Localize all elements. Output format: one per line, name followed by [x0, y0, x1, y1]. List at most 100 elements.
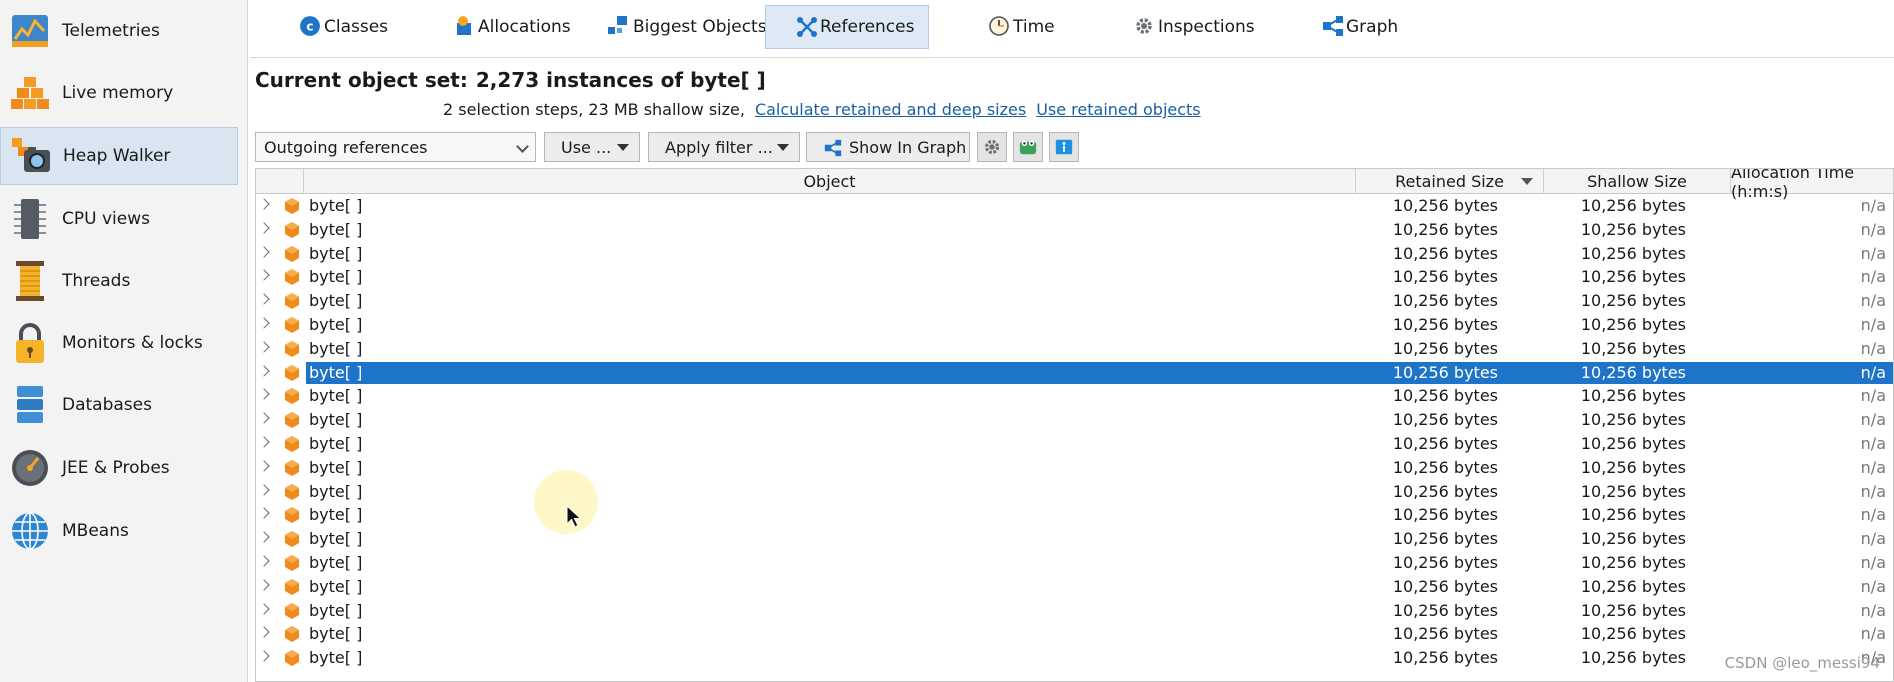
tab-graph[interactable]: Graph	[1320, 5, 1440, 49]
column-header-object[interactable]: Object	[304, 169, 1356, 194]
expand-chevron-icon[interactable]	[258, 245, 270, 258]
object-instance-icon	[285, 245, 299, 262]
shallow-size-cell: 10,256 bytes	[1580, 576, 1686, 596]
table-row[interactable]: byte[ ] 10,256 bytes 10,256 bytes n/a	[256, 432, 1893, 456]
retained-size-cell: 10,256 bytes	[1392, 505, 1498, 525]
allocation-time-cell: n/a	[1860, 315, 1886, 334]
caret-down-icon	[777, 144, 789, 151]
heap-walker-icon	[9, 134, 53, 178]
expand-chevron-icon[interactable]	[258, 293, 270, 305]
retained-size-cell: 10,256 bytes	[1392, 481, 1498, 501]
calculate-retained-link[interactable]: Calculate retained and deep sizes	[755, 100, 1026, 119]
sidebar-item-telemetries[interactable]: Telemetries	[0, 2, 238, 60]
show-in-graph-button[interactable]: Show In Graph	[806, 132, 970, 162]
expand-chevron-icon[interactable]	[258, 412, 270, 424]
table-row[interactable]: byte[ ] 10,256 bytes 10,256 bytes n/a	[256, 575, 1893, 599]
object-cell: byte[ ]	[309, 529, 363, 549]
use-retained-objects-link[interactable]: Use retained objects	[1036, 100, 1200, 119]
expand-chevron-icon[interactable]	[258, 507, 270, 520]
retained-size-cell: 10,256 bytes	[1392, 410, 1498, 430]
table-row[interactable]: byte[ ] 10,256 bytes 10,256 bytes n/a	[256, 194, 1893, 218]
info-button[interactable]	[1049, 132, 1079, 162]
sidebar-item-threads[interactable]: Threads	[0, 252, 238, 310]
table-row[interactable]: byte[ ] 10,256 bytes 10,256 bytes n/a	[256, 265, 1893, 289]
selection-steps-line: 2 selection steps, 23 MB shallow size, C…	[443, 100, 1201, 119]
expand-chevron-icon[interactable]	[258, 626, 270, 639]
sidebar-item-live-memory[interactable]: Live memory	[0, 64, 238, 122]
table-row[interactable]: byte[ ] 10,256 bytes 10,256 bytes n/a	[256, 218, 1893, 242]
apply-filter-button[interactable]: Apply filter ...	[648, 132, 800, 162]
expand-chevron-icon[interactable]	[258, 364, 270, 377]
sidebar-item-monitors-locks[interactable]: Monitors & locks	[0, 314, 238, 372]
object-instance-icon	[285, 483, 299, 500]
shallow-size-cell: 10,256 bytes	[1580, 291, 1686, 311]
column-header-allocation-time[interactable]: Allocation Time (h:m:s)	[1731, 169, 1893, 201]
table-row[interactable]: byte[ ] 10,256 bytes 10,256 bytes n/a	[256, 599, 1893, 623]
sidebar-item-mbeans[interactable]: MBeans	[0, 502, 238, 560]
expand-chevron-icon[interactable]	[258, 531, 270, 543]
expand-chevron-icon[interactable]	[258, 222, 270, 234]
object-cell: byte[ ]	[309, 338, 363, 358]
sidebar-item-databases[interactable]: Databases	[0, 376, 238, 434]
table-row[interactable]: byte[ ] 10,256 bytes 10,256 bytes n/a	[256, 646, 1893, 670]
frog-inspect-icon	[1019, 140, 1037, 155]
retained-size-cell: 10,256 bytes	[1392, 315, 1498, 334]
object-cell: byte[ ]	[309, 648, 363, 668]
column-header-retained-size[interactable]: Retained Size	[1356, 169, 1544, 194]
tab-time[interactable]: Time	[985, 5, 1105, 49]
object-instance-icon	[285, 293, 299, 310]
inspect-button[interactable]	[1013, 132, 1043, 162]
watermark-credit: CSDN @leo_messi94	[1724, 654, 1880, 672]
table-row[interactable]: byte[ ] 10,256 bytes 10,256 bytes n/a	[256, 480, 1893, 504]
shallow-size-cell: 10,256 bytes	[1580, 529, 1686, 549]
table-row[interactable]: byte[ ] 10,256 bytes 10,256 bytes n/a	[256, 456, 1893, 480]
table-row[interactable]: byte[ ] 10,256 bytes 10,256 bytes n/a	[256, 503, 1893, 527]
expander-column-header	[256, 169, 304, 194]
expand-chevron-icon[interactable]	[258, 483, 270, 496]
expand-chevron-icon[interactable]	[258, 602, 270, 615]
column-header-label: Retained Size	[1395, 172, 1504, 191]
expand-chevron-icon[interactable]	[258, 269, 270, 282]
tab-inspections[interactable]: Inspections	[1130, 5, 1290, 49]
expand-chevron-icon[interactable]	[258, 555, 270, 567]
tab-label: References	[820, 17, 915, 37]
settings-button[interactable]	[977, 132, 1007, 162]
cpu-views-icon	[8, 197, 52, 241]
tab-references[interactable]: References	[765, 5, 929, 49]
expand-chevron-icon[interactable]	[258, 460, 270, 472]
table-row[interactable]: byte[ ] 10,256 bytes 10,256 bytes n/a	[256, 551, 1893, 575]
table-row[interactable]: byte[ ] 10,256 bytes 10,256 bytes n/a	[256, 361, 1893, 385]
table-row[interactable]: byte[ ] 10,256 bytes 10,256 bytes n/a	[256, 289, 1893, 313]
sort-descending-icon	[1521, 178, 1533, 185]
expand-chevron-icon[interactable]	[258, 341, 270, 353]
table-row[interactable]: byte[ ] 10,256 bytes 10,256 bytes n/a	[256, 313, 1893, 337]
shallow-size-cell: 10,256 bytes	[1580, 410, 1686, 430]
table-row[interactable]: byte[ ] 10,256 bytes 10,256 bytes n/a	[256, 527, 1893, 551]
sidebar-item-cpu-views[interactable]: CPU views	[0, 190, 238, 248]
column-header-shallow-size[interactable]: Shallow Size	[1544, 169, 1731, 194]
expand-chevron-icon[interactable]	[258, 436, 270, 448]
sidebar-item-jee-probes[interactable]: JEE & Probes	[0, 439, 238, 497]
allocation-time-cell: n/a	[1860, 505, 1886, 525]
tab-classes[interactable]: c Classes	[296, 5, 416, 49]
table-row[interactable]: byte[ ] 10,256 bytes 10,256 bytes n/a	[256, 337, 1893, 361]
reference-view-select[interactable]: Outgoing references	[255, 132, 536, 162]
use-button[interactable]: Use ...	[544, 132, 640, 162]
expand-chevron-icon[interactable]	[258, 388, 270, 401]
tab-label: Inspections	[1158, 17, 1255, 37]
expand-chevron-icon[interactable]	[258, 317, 270, 329]
expand-chevron-icon[interactable]	[258, 198, 270, 210]
tab-allocations[interactable]: Allocations	[452, 5, 592, 49]
allocation-time-cell: n/a	[1860, 243, 1886, 263]
table-row[interactable]: byte[ ] 10,256 bytes 10,256 bytes n/a	[256, 384, 1893, 408]
sidebar-item-label: Telemetries	[62, 21, 160, 41]
table-row[interactable]: byte[ ] 10,256 bytes 10,256 bytes n/a	[256, 408, 1893, 432]
expand-chevron-icon[interactable]	[258, 579, 270, 591]
table-row[interactable]: byte[ ] 10,256 bytes 10,256 bytes n/a	[256, 622, 1893, 646]
expand-chevron-icon[interactable]	[258, 650, 270, 662]
table-row[interactable]: byte[ ] 10,256 bytes 10,256 bytes n/a	[256, 242, 1893, 266]
column-header-label: Shallow Size	[1587, 172, 1687, 191]
current-object-set-title: Current object set: 2,273 instances of by…	[255, 68, 766, 92]
shallow-size-cell: 10,256 bytes	[1580, 267, 1686, 287]
sidebar-item-heap-walker[interactable]: Heap Walker	[0, 127, 238, 185]
